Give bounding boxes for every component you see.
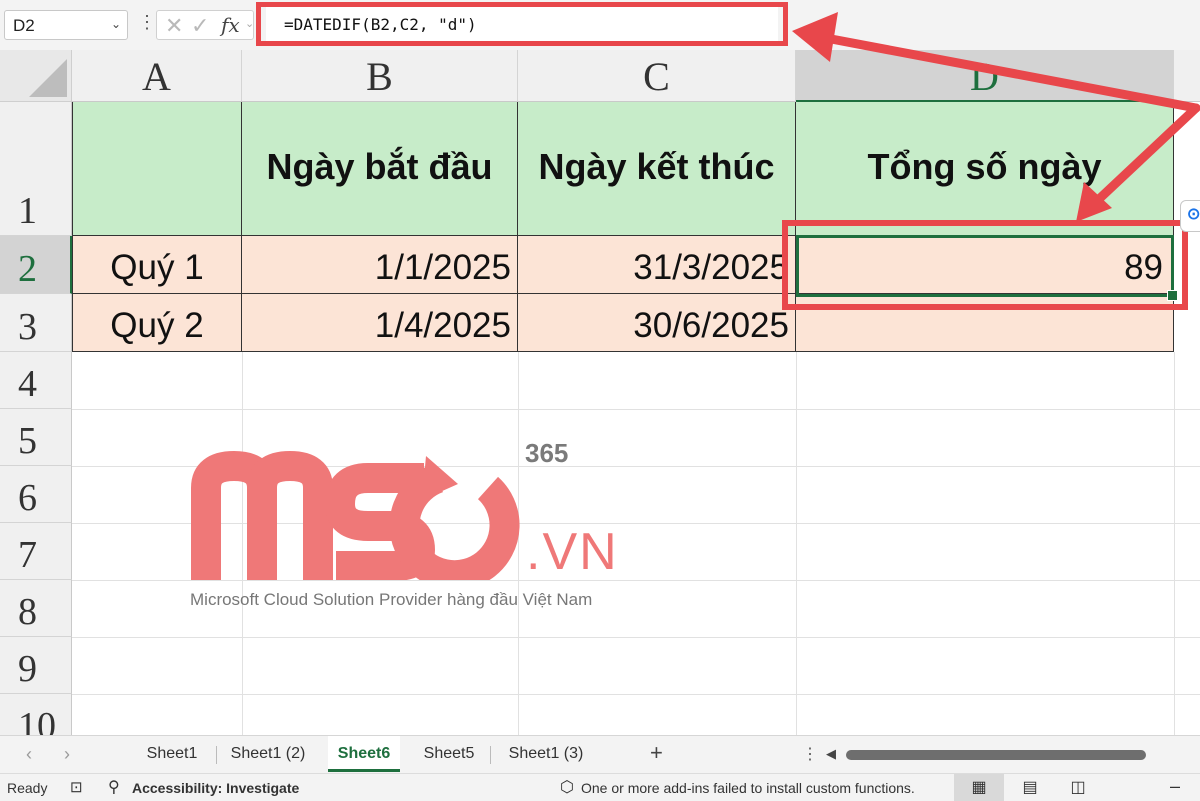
fx-chevron-icon[interactable]: ⌄ [245,17,254,30]
cell-c2[interactable]: 31/3/2025 [518,236,796,294]
name-box[interactable]: D2 ⌄ [4,10,128,40]
watermark: 365 .VN Microsoft Cloud Solution Provide… [188,438,628,618]
tab-separator [490,746,491,764]
grid-line [72,352,1200,410]
tab-separator [216,746,217,764]
chevron-down-icon[interactable]: ⌄ [111,17,121,31]
mso-logo [191,450,520,580]
row-header-6[interactable]: 6 [0,466,72,523]
scroll-tabs-right-icon[interactable]: › [64,744,70,765]
cell-a2[interactable]: Quý 1 [72,236,242,294]
row-header-7[interactable]: 7 [0,523,72,580]
sheet-tab-sheet5[interactable]: Sheet5 [414,736,484,772]
grid-line [72,637,1200,695]
formula-bar: D2 ⌄ ⋮ ✕ ✓ fx ⌄ =DATEDIF(B2,C2, "d") [0,0,1200,51]
grid-line [72,694,1200,735]
formula-buttons: ✕ ✓ fx ⌄ [156,10,254,40]
cell-a3[interactable]: Quý 2 [72,294,242,352]
status-bar: Ready ⊡ ⚲ Accessibility: Investigate ⬡ O… [0,773,1200,801]
result-highlight-box [782,220,1188,310]
accessibility-icon[interactable]: ⚲ [108,777,120,797]
sheet-tab-bar: ‹ › Sheet1 Sheet1 (2) Sheet6 Sheet5 Shee… [0,735,1200,774]
row-header-10[interactable]: 10 [0,694,72,735]
select-all-button[interactable] [0,50,72,102]
copilot-icon[interactable]: ⊙ [1180,200,1200,232]
column-header-e[interactable] [1174,50,1200,102]
cell-d1[interactable]: Tổng số ngày [796,102,1174,236]
grid-view-icon[interactable]: ▦ [954,774,1004,801]
spreadsheet-grid: A B C D 1 2 3 4 5 6 7 8 9 10 Ngày bắt đầ… [0,50,1200,735]
row-header-3[interactable]: 3 [0,294,72,352]
scroll-left-icon[interactable]: ◀ [826,746,836,762]
watermark-tagline: Microsoft Cloud Solution Provider hàng đ… [190,590,593,609]
row-header-4[interactable]: 4 [0,352,72,409]
macro-record-icon[interactable]: ⊡ [70,778,83,796]
row-header-2[interactable]: 2 [0,236,72,294]
addin-warning-icon: ⬡ [560,779,574,796]
cell-b2[interactable]: 1/1/2025 [242,236,518,294]
status-ready: Ready [7,780,48,796]
column-header-d[interactable]: D [796,50,1174,102]
row-header-5[interactable]: 5 [0,409,72,466]
plus-icon[interactable]: + [650,740,663,766]
fx-icon[interactable]: fx [221,13,240,37]
formula-highlight-box [256,2,788,46]
more-options-icon[interactable]: ⋮ [138,12,156,33]
page-break-icon[interactable]: ◫ [1064,774,1092,801]
zoom-out-icon[interactable]: – [1170,776,1180,797]
cell-a1[interactable] [72,102,242,236]
cell-b1[interactable]: Ngày bắt đầu [242,102,518,236]
column-header-a[interactable]: A [72,50,242,102]
cell-c3[interactable]: 30/6/2025 [518,294,796,352]
column-header-c[interactable]: C [518,50,796,102]
watermark-suffix: .VN [526,523,619,581]
row-header-9[interactable]: 9 [0,637,72,694]
row-header-8[interactable]: 8 [0,580,72,637]
sheet-tab-sheet1-2[interactable]: Sheet1 (2) [222,736,314,772]
cell-c1[interactable]: Ngày kết thúc [518,102,796,236]
scroll-tabs-left-icon[interactable]: ‹ [26,744,32,765]
cell-b3[interactable]: 1/4/2025 [242,294,518,352]
row-header-1[interactable]: 1 [0,102,72,236]
page-layout-icon[interactable]: ▤ [1016,774,1044,801]
column-header-b[interactable]: B [242,50,518,102]
enter-icon[interactable]: ✓ [191,13,209,39]
sheet-tab-sheet1-3[interactable]: Sheet1 (3) [498,736,594,772]
cancel-icon[interactable]: ✕ [165,13,183,39]
sheet-tab-sheet1[interactable]: Sheet1 [136,736,208,772]
watermark-365: 365 [525,438,569,468]
accessibility-status[interactable]: Accessibility: Investigate [132,780,299,796]
sheet-tab-sheet6[interactable]: Sheet6 [328,736,400,772]
addin-message[interactable]: One or more add-ins failed to install cu… [581,780,915,796]
horizontal-scrollbar[interactable] [846,750,1146,760]
name-box-value: D2 [13,16,35,35]
tab-options-icon[interactable]: ⋮ [802,744,818,764]
